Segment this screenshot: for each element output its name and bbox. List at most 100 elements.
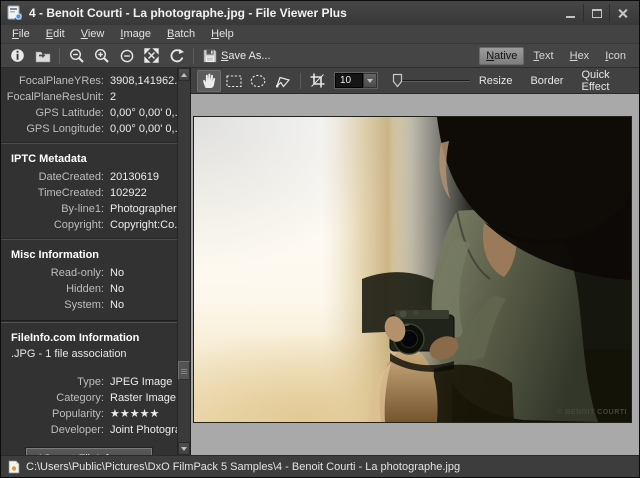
app-icon (7, 5, 22, 20)
minimize-icon (565, 15, 575, 18)
menu-edit[interactable]: Edit (38, 26, 73, 42)
fit-to-window-button[interactable] (139, 46, 164, 66)
file-viewer-window: 4 - Benoit Courti - La photographe.jpg -… (0, 0, 640, 478)
ellipse-select-tool-button[interactable] (247, 70, 271, 92)
main-area: FocalPlaneYRes: 3908,141962... FocalPlane… (1, 68, 639, 455)
zoom-slider[interactable] (392, 73, 470, 88)
meta-row: TimeCreated: 102922 (37, 187, 147, 199)
meta-row: Read-only: No (50, 267, 125, 279)
rotate-button[interactable] (164, 46, 189, 66)
metadata-sidebar: FocalPlaneYRes: 3908,141962... FocalPlane… (1, 68, 191, 455)
menu-file[interactable]: File (4, 26, 38, 42)
window-title: 4 - Benoit Courti - La photographe.jpg -… (29, 6, 347, 20)
open-location-icon (35, 51, 50, 62)
crop-tool-button[interactable] (305, 70, 329, 92)
view-mode-text[interactable]: Text (526, 47, 560, 65)
toolbar-separator (193, 47, 194, 64)
section-header-iptc: IPTC Metadata (11, 153, 87, 165)
zoom-slider-track[interactable] (399, 80, 470, 82)
scrollbar-up-button[interactable] (178, 68, 190, 81)
metadata-content: FocalPlaneYRes: 3908,141962... FocalPlane… (1, 68, 177, 455)
meta-row: Hidden: No (66, 283, 125, 295)
toolbar: Save As... Native Text Hex Icon (1, 44, 639, 68)
view-mode-hex[interactable]: Hex (563, 47, 597, 65)
maximize-icon (591, 8, 602, 18)
quick-effect-button[interactable]: Quick Effect (572, 66, 633, 96)
close-button[interactable] (609, 4, 635, 22)
zoom-level-value: 10 (334, 73, 363, 88)
rect-select-tool-button[interactable] (222, 70, 246, 92)
meta-row: System: No (64, 299, 125, 311)
hand-tool-button[interactable] (197, 69, 221, 92)
zoom-in-icon (94, 48, 109, 63)
lasso-select-icon (276, 76, 291, 87)
zoom-in-button[interactable] (89, 46, 114, 66)
scrollbar-down-button[interactable] (178, 442, 190, 455)
image-tools-bar: 10 Resize Border Quick Effect (191, 68, 639, 94)
border-button[interactable]: Border (521, 72, 572, 90)
section-header-misc: Misc Information (11, 249, 100, 261)
image-action-buttons: Resize Border Quick Effect (470, 66, 633, 96)
toolbar-separator (59, 47, 60, 64)
zoom-slider-thumb[interactable] (392, 73, 403, 88)
save-as-button[interactable]: Save As... (198, 46, 276, 66)
titlebar: 4 - Benoit Courti - La photographe.jpg -… (1, 1, 639, 25)
arrow-down-icon (181, 446, 187, 451)
zoom-reset-button[interactable] (114, 46, 139, 66)
meta-row: FocalPlaneYRes: 3908,141962... (19, 75, 177, 87)
file-icon (8, 460, 20, 473)
file-path-text: C:\Users\Public\Pictures\DxO FilmPack 5 … (26, 460, 461, 473)
tools-separator (300, 72, 302, 89)
info-icon (11, 49, 24, 62)
lasso-select-tool-button[interactable] (271, 70, 295, 92)
maximize-button[interactable] (583, 4, 609, 22)
open-location-button[interactable] (30, 46, 55, 66)
meta-row: Popularity: ★★★★★ (52, 408, 160, 420)
section-header-fileinfo: FileInfo.com Information (11, 332, 140, 344)
menu-help[interactable]: Help (203, 26, 242, 42)
save-icon (203, 49, 217, 62)
save-as-label: Save As... (221, 49, 271, 62)
zoom-out-icon (69, 48, 84, 63)
menu-view[interactable]: View (73, 26, 113, 42)
rect-select-icon (226, 74, 242, 87)
menu-image[interactable]: Image (112, 26, 159, 42)
meta-row: Developer:Joint Photographic Ex... (50, 424, 177, 436)
view-mode-switcher: Native Text Hex Icon (479, 46, 633, 65)
meta-row: GPS Longitude: 0,00° 0,00' 0,... (26, 123, 177, 135)
view-at-fileinfo-button[interactable]: View at FileInfo.com (25, 448, 153, 455)
photo-watermark: © BENOIT COURTI (557, 408, 627, 416)
photo-canvas[interactable]: © BENOIT COURTI (193, 116, 632, 423)
ellipse-select-icon (251, 74, 266, 87)
view-mode-native[interactable]: Native (479, 46, 525, 65)
hand-tool-icon (203, 73, 216, 88)
scrollbar-thumb[interactable] (178, 361, 190, 380)
info-button[interactable] (5, 46, 30, 66)
image-viewport[interactable]: © BENOIT COURTI (191, 94, 639, 455)
dropdown-arrow-button[interactable] (362, 73, 377, 88)
chevron-down-icon (366, 78, 373, 83)
rotate-icon (170, 48, 184, 62)
zoom-out-button[interactable] (64, 46, 89, 66)
menu-batch[interactable]: Batch (159, 26, 203, 42)
meta-row: Copyright: Copyright:Co... (53, 219, 177, 231)
sidebar-scrollbar[interactable] (177, 68, 190, 455)
fit-to-window-icon (144, 48, 159, 63)
minimize-button[interactable] (557, 4, 583, 22)
close-icon (618, 8, 628, 18)
arrow-up-icon (181, 72, 187, 77)
popularity-stars: ★★★★★ (110, 408, 160, 420)
view-mode-icon[interactable]: Icon (598, 47, 633, 65)
window-controls (557, 4, 635, 22)
meta-row: GPS Latitude: 0,00° 0,00' 0,... (35, 107, 178, 119)
meta-row: Type: JPEG Image (77, 376, 173, 388)
crop-icon (310, 73, 325, 88)
zoom-reset-icon (120, 49, 133, 62)
menu-bar: File Edit View Image Batch Help (1, 25, 639, 44)
meta-row: By-line1:Photographer... (61, 203, 177, 215)
meta-row: Category: Raster Image (56, 392, 177, 404)
meta-row: DateCreated: 20130619 (38, 171, 159, 183)
zoom-level-dropdown[interactable]: 10 (333, 72, 378, 89)
file-association-text: .JPG - 1 file association (11, 348, 127, 360)
resize-button[interactable]: Resize (470, 72, 522, 90)
